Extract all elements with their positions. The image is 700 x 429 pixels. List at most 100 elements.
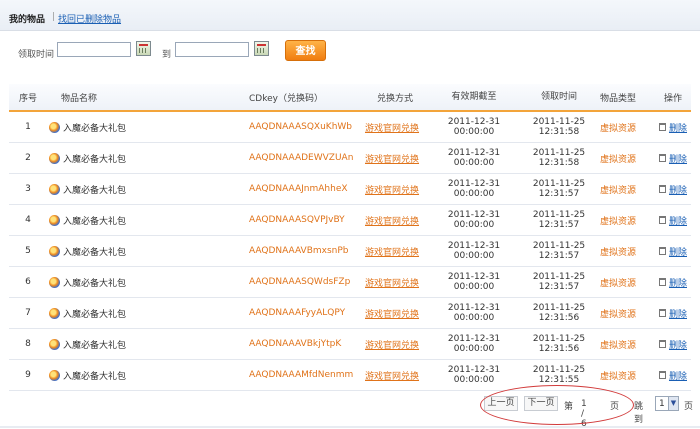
cdkey: AAQDNAAAFyyALQPY [249, 308, 346, 318]
trash-icon[interactable] [658, 278, 666, 286]
from-date-label: 领取时间 [18, 50, 55, 60]
exchange-link[interactable]: 游戏官网兑换 [365, 121, 419, 134]
item-name-cell: 入魔必备大礼包 [49, 143, 209, 173]
received-date: 2011-11-25 [532, 241, 586, 251]
table-row: 5 入魔必备大礼包 AAQDNAAAVBmxsnPb 游戏官网兑换 2011-1… [9, 236, 691, 267]
received-cell: 2011-11-25 12:31:57 [519, 236, 599, 266]
delete-link[interactable]: 删除 [669, 183, 687, 196]
exchange-link[interactable]: 游戏官网兑换 [365, 245, 419, 258]
received-time: 12:31:55 [538, 375, 580, 385]
item-name-cell: 入魔必备大礼包 [49, 205, 209, 235]
delete-link[interactable]: 删除 [669, 214, 687, 227]
delete-link[interactable]: 删除 [669, 369, 687, 382]
cdkey: AAQDNAAASQVPJvBY [249, 215, 345, 225]
item-type: 虚拟资源 [599, 123, 636, 134]
item-type: 虚拟资源 [599, 185, 636, 196]
search-button[interactable]: 查找 [285, 40, 326, 61]
expiry-date: 2011-12-31 [447, 334, 501, 344]
trash-icon[interactable] [658, 340, 666, 348]
delete-link[interactable]: 删除 [669, 276, 687, 289]
gift-orb-icon [49, 214, 60, 226]
item-type: 虚拟资源 [599, 247, 636, 258]
expiry-cell: 2011-12-31 00:00:00 [439, 329, 509, 359]
from-date-input[interactable] [57, 42, 131, 57]
expiry-time: 00:00:00 [453, 127, 495, 137]
action-cell: 删除 [653, 267, 693, 297]
row-index: 1 [25, 122, 31, 132]
col-expiry: 有效期截至 [451, 92, 497, 102]
col-received: 领取时间 [540, 92, 577, 102]
expiry-date: 2011-12-31 [447, 210, 501, 220]
items-table: 序号 物品名称 CDkey（兑换码） 兑换方式 有效期截至 领取时间 物品类型 … [9, 84, 691, 391]
trash-icon[interactable] [658, 247, 666, 255]
trash-icon[interactable] [658, 123, 666, 131]
received-date: 2011-11-25 [532, 365, 586, 375]
exchange-cell: 游戏官网兑换 [365, 329, 425, 359]
exchange-cell: 游戏官网兑换 [365, 143, 425, 173]
action-cell: 删除 [653, 329, 693, 359]
received-cell: 2011-11-25 12:31:56 [519, 329, 599, 359]
to-date-input[interactable] [175, 42, 249, 57]
delete-link[interactable]: 删除 [669, 338, 687, 351]
item-name-cell: 入魔必备大礼包 [49, 329, 209, 359]
jump-suffix: 页 [684, 402, 694, 412]
exchange-cell: 游戏官网兑换 [365, 112, 425, 142]
delete-link[interactable]: 删除 [669, 307, 687, 320]
action-cell: 删除 [653, 205, 693, 235]
recover-deleted-link[interactable]: 找回已删除物品 [58, 12, 121, 25]
item-name: 入魔必备大礼包 [63, 340, 127, 351]
trash-icon[interactable] [658, 216, 666, 224]
chevron-down-icon[interactable]: ▼ [668, 397, 678, 410]
exchange-cell: 游戏官网兑换 [365, 360, 425, 390]
table-header: 序号 物品名称 CDkey（兑换码） 兑换方式 有效期截至 领取时间 物品类型 … [9, 84, 691, 112]
exchange-link[interactable]: 游戏官网兑换 [365, 369, 419, 382]
item-type: 虚拟资源 [599, 340, 636, 351]
row-index: 7 [25, 308, 31, 318]
delete-link[interactable]: 删除 [669, 121, 687, 134]
exchange-link[interactable]: 游戏官网兑换 [365, 276, 419, 289]
item-type: 虚拟资源 [599, 154, 636, 165]
expiry-cell: 2011-12-31 00:00:00 [439, 267, 509, 297]
trash-icon[interactable] [658, 309, 666, 317]
action-cell: 删除 [653, 143, 693, 173]
row-index: 2 [25, 153, 31, 163]
expiry-time: 00:00:00 [453, 282, 495, 292]
item-name-cell: 入魔必备大礼包 [49, 298, 209, 328]
received-time: 12:31:58 [538, 158, 580, 168]
trash-icon[interactable] [658, 154, 666, 162]
exchange-cell: 游戏官网兑换 [365, 298, 425, 328]
title-separator: | [52, 12, 56, 22]
received-time: 12:31:57 [538, 282, 580, 292]
received-date: 2011-11-25 [532, 334, 586, 344]
gift-orb-icon [49, 245, 60, 257]
delete-link[interactable]: 删除 [669, 152, 687, 165]
table-row: 1 入魔必备大礼包 AAQDNAAASQXuKhWb 游戏官网兑换 2011-1… [9, 112, 691, 143]
trash-icon[interactable] [658, 371, 666, 379]
top-bar: 我的物品 | 找回已删除物品 [0, 0, 700, 31]
expiry-time: 00:00:00 [453, 251, 495, 261]
item-name: 入魔必备大礼包 [63, 216, 127, 227]
expiry-date: 2011-12-31 [447, 148, 501, 158]
exchange-link[interactable]: 游戏官网兑换 [365, 338, 419, 351]
item-type: 虚拟资源 [599, 309, 636, 320]
gift-orb-icon [49, 121, 60, 133]
delete-link[interactable]: 删除 [669, 245, 687, 258]
col-action: 操作 [663, 93, 682, 104]
filter-bar: 领取时间 到 [0, 36, 700, 70]
expiry-date: 2011-12-31 [447, 117, 501, 127]
calendar-icon[interactable] [254, 41, 269, 56]
item-name-cell: 入魔必备大礼包 [49, 174, 209, 204]
jump-page-select[interactable]: 1 ▼ [655, 396, 679, 411]
exchange-link[interactable]: 游戏官网兑换 [365, 152, 419, 165]
exchange-link[interactable]: 游戏官网兑换 [365, 183, 419, 196]
gift-orb-icon [49, 183, 60, 195]
page-title: 我的物品 [9, 15, 46, 25]
action-cell: 删除 [653, 298, 693, 328]
exchange-link[interactable]: 游戏官网兑换 [365, 214, 419, 227]
expiry-cell: 2011-12-31 00:00:00 [439, 360, 509, 390]
trash-icon[interactable] [658, 185, 666, 193]
expiry-time: 00:00:00 [453, 344, 495, 354]
item-name: 入魔必备大礼包 [63, 309, 127, 320]
calendar-icon[interactable] [136, 41, 151, 56]
exchange-link[interactable]: 游戏官网兑换 [365, 307, 419, 320]
